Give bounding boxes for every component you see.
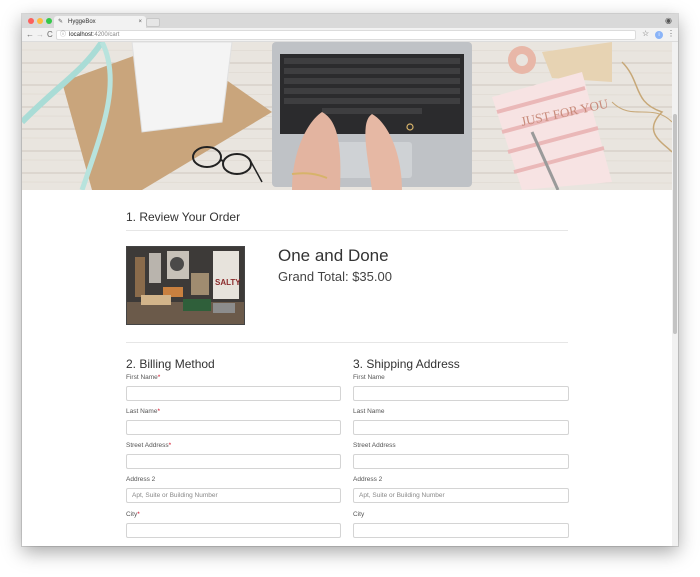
address-bar[interactable]: ⓘ localhost:4200/cart (56, 30, 636, 40)
shipping-last-name-label: Last Name (353, 408, 385, 415)
tab-title: HyggeBox (68, 19, 96, 25)
review-heading: 1. Review Your Order (126, 210, 241, 224)
billing-heading: 2. Billing Method (126, 357, 215, 371)
shipping-street-input[interactable] (353, 454, 569, 469)
shipping-city-label: City (353, 511, 365, 518)
shipping-last-name-input[interactable] (353, 420, 569, 435)
reload-icon[interactable]: C (47, 29, 53, 41)
info-icon[interactable]: ⓘ (60, 31, 66, 40)
browser-window: ✎ HyggeBox × ◉ ← → C ⓘ localhost:4200/ca… (22, 14, 678, 546)
url-path: :4200/cart (92, 32, 120, 38)
shipping-address2-input[interactable]: Apt, Suite or Building Number (353, 488, 569, 503)
shipping-address2-label: Address 2 (353, 476, 383, 483)
grand-total: Grand Total: $35.00 (278, 269, 392, 284)
tab-close-icon[interactable]: × (138, 16, 142, 28)
billing-street-input[interactable] (126, 454, 341, 469)
shipping-first-name-label: First Name (353, 374, 385, 381)
billing-last-name-input[interactable] (126, 420, 341, 435)
favicon-icon: ✎ (58, 19, 64, 25)
product-image: SALTY (126, 246, 245, 325)
billing-city-input[interactable] (126, 523, 341, 538)
billing-address2-input[interactable]: Apt, Suite or Building Number (126, 488, 341, 503)
browser-menu-icon[interactable]: ⋮ (667, 29, 675, 38)
shipping-heading: 3. Shipping Address (353, 357, 460, 371)
billing-last-name-label: Last Name* (126, 408, 160, 415)
cart-content: 1. Review Your Order SALTY One and Done … (22, 190, 672, 546)
minimize-window-button[interactable] (37, 18, 43, 24)
product-box-label: SALTY (215, 278, 241, 287)
divider (126, 342, 568, 343)
hero-banner: JUST FOR YOU (22, 42, 672, 190)
tab-bar: ✎ HyggeBox × ◉ (22, 14, 678, 28)
divider (126, 230, 568, 231)
close-window-button[interactable] (28, 18, 34, 24)
screen: ✎ HyggeBox × ◉ ← → C ⓘ localhost:4200/ca… (0, 0, 700, 577)
new-tab-button[interactable] (146, 18, 160, 27)
back-icon[interactable]: ← (26, 29, 34, 41)
hero-image: JUST FOR YOU (22, 42, 672, 190)
billing-address2-label: Address 2 (126, 476, 156, 483)
shipping-city-input[interactable] (353, 523, 569, 538)
shipping-street-label: Street Address (353, 442, 396, 449)
shipping-first-name-input[interactable] (353, 386, 569, 401)
product-title: One and Done (278, 246, 389, 265)
maximize-window-button[interactable] (46, 18, 52, 24)
extension-icon[interactable]: i (655, 31, 663, 39)
billing-first-name-input[interactable] (126, 386, 341, 401)
billing-first-name-label: First Name* (126, 374, 161, 381)
profile-icon[interactable]: ◉ (665, 16, 672, 26)
forward-icon[interactable]: → (36, 29, 44, 41)
bookmark-star-icon[interactable]: ☆ (642, 29, 649, 38)
page-scrollbar-thumb[interactable] (673, 114, 677, 334)
url-host: localhost (69, 32, 93, 38)
browser-toolbar: ← → C ⓘ localhost:4200/cart ☆ i ⋮ (22, 28, 678, 42)
tab-hyggebox[interactable]: ✎ HyggeBox × (54, 16, 146, 28)
billing-city-label: City* (126, 511, 140, 518)
billing-street-label: Street Address* (126, 442, 172, 449)
